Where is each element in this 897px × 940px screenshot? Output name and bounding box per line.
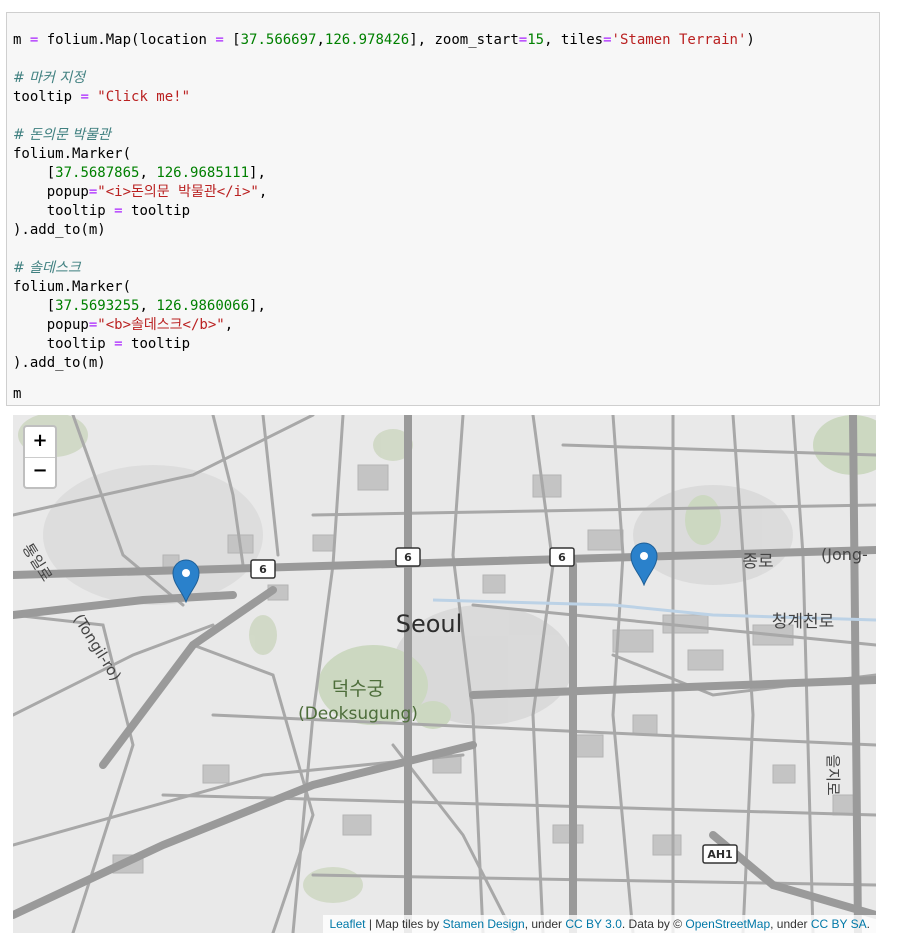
code-line-marker1-tooltip: tooltip = tooltip	[13, 202, 190, 221]
map-marker-icon	[172, 559, 200, 604]
code-number: 37.5693255	[55, 298, 140, 314]
code-line-marker2-popup: popup="<b>솔데스크</b>",	[13, 316, 233, 335]
attribution-text: . Data by ©	[621, 917, 686, 931]
ah1-label: AH1	[707, 848, 732, 861]
map-attribution: Leaflet | Map tiles by Stamen Design, un…	[323, 915, 876, 933]
code-token: [	[223, 32, 241, 48]
code-line-marker2-open: folium.Marker(	[13, 279, 132, 295]
code-line-marker1-open: folium.Marker(	[13, 146, 132, 162]
code-comment-soldesk: # 솔데스크	[13, 260, 81, 276]
cc-by-link[interactable]: CC BY 3.0	[565, 917, 621, 931]
route-6-label: 6	[404, 551, 412, 564]
code-operator: =	[114, 203, 123, 219]
attribution-text: | Map tiles by	[365, 917, 443, 931]
code-token: ,	[139, 165, 157, 181]
code-operator: =	[603, 32, 612, 48]
code-comment-museum: # 돈의문 박물관	[13, 127, 111, 143]
code-token: ], zoom_start	[409, 32, 519, 48]
code-number: 37.566697	[240, 32, 317, 48]
route-shield-ah1: AH1	[702, 844, 738, 864]
leaflet-link[interactable]: Leaflet	[329, 917, 365, 931]
code-number: 126.9685111	[156, 165, 250, 181]
code-comment-marker: # 마커 지정	[13, 70, 86, 86]
code-token: tooltip	[13, 203, 115, 219]
marker-donuimun-museum[interactable]	[172, 559, 200, 604]
zoom-control: + −	[23, 425, 57, 489]
code-operator: =	[518, 32, 528, 48]
code-token: folium.Map(location	[38, 32, 216, 48]
code-line-marker2-close: ).add_to(m)	[13, 355, 106, 371]
attribution-text: , under	[770, 917, 811, 931]
zoom-in-button[interactable]: +	[25, 427, 55, 458]
code-number: 37.5687865	[55, 165, 140, 181]
seoul-label: Seoul	[396, 610, 463, 638]
code-token: ,	[258, 184, 268, 200]
zoom-out-button[interactable]: −	[25, 457, 55, 487]
route-shield-6a: 6	[250, 559, 276, 579]
code-line-marker2-tooltip: tooltip = tooltip	[13, 335, 190, 354]
code-string: "<i>돈의문 박물관</i>"	[97, 184, 259, 200]
code-token: tooltip	[13, 89, 81, 105]
code-token: )	[746, 32, 755, 48]
route-shield-6b: 6	[395, 547, 421, 567]
map-tiles[interactable]: 6 6 6 AH1 Seoul 덕수궁 (Deoksugung) 종로 (Jon…	[13, 415, 876, 933]
code-token: , tiles	[544, 32, 604, 48]
code-token: m	[13, 32, 30, 48]
code-string: "Click me!"	[88, 89, 191, 105]
code-number: 15	[527, 32, 545, 48]
code-token: popup	[13, 317, 89, 333]
code-operator: =	[114, 336, 123, 352]
code-token: popup	[13, 184, 89, 200]
code-token: ],	[249, 298, 266, 314]
osm-link[interactable]: OpenStreetMap	[685, 917, 770, 931]
code-string: 'Stamen Terrain'	[611, 32, 747, 48]
stamen-link[interactable]: Stamen Design	[443, 917, 525, 931]
code-token: [	[13, 298, 56, 314]
map-output[interactable]: 6 6 6 AH1 Seoul 덕수궁 (Deoksugung) 종로 (Jon…	[13, 415, 876, 933]
code-operator: =	[215, 32, 224, 48]
code-line-marker1-location: [37.5687865, 126.9685111],	[13, 164, 266, 183]
route-6-label: 6	[558, 551, 566, 564]
code-line-map: m = folium.Map(location = [37.566697,126…	[13, 31, 755, 50]
code-line-last: m	[13, 386, 22, 402]
code-token: ,	[139, 298, 157, 314]
code-number: 126.978426	[324, 32, 410, 48]
attribution-text: , under	[524, 917, 566, 931]
code-token: tooltip	[122, 203, 191, 219]
code-token: ],	[249, 165, 266, 181]
jongno-en-label: (Jong-	[821, 545, 868, 564]
code-token: tooltip	[122, 336, 191, 352]
euljiro-label: 을지로	[824, 754, 842, 796]
route-shield-6c: 6	[549, 547, 575, 567]
deoksugung-ko-label: 덕수궁	[332, 678, 384, 700]
code-number: 126.9860066	[156, 298, 250, 314]
code-token: ,	[316, 32, 325, 48]
code-line-tooltip: tooltip = "Click me!"	[13, 88, 190, 107]
code-token: [	[13, 165, 56, 181]
attribution-text: .	[866, 917, 870, 931]
code-operator: =	[80, 89, 89, 105]
code-token: ,	[224, 317, 234, 333]
map-marker-icon	[630, 542, 658, 587]
code-string: "<b>솔데스크</b>"	[97, 317, 225, 333]
cc-by-sa-link[interactable]: CC BY SA	[811, 917, 867, 931]
code-cell[interactable]: m = folium.Map(location = [37.566697,126…	[6, 12, 880, 406]
code-line-marker1-popup: popup="<i>돈의문 박물관</i>",	[13, 183, 268, 202]
marker-soldesk[interactable]	[630, 542, 658, 587]
code-line-marker2-location: [37.5693255, 126.9860066],	[13, 297, 266, 316]
jongno-ko-label: 종로	[742, 552, 773, 572]
cheonggyecheon-label: 청계천로	[772, 612, 835, 632]
code-token: tooltip	[13, 336, 115, 352]
code-line-marker1-close: ).add_to(m)	[13, 222, 106, 238]
deoksugung-en-label: (Deoksugung)	[298, 704, 418, 724]
route-6-label: 6	[259, 563, 267, 576]
